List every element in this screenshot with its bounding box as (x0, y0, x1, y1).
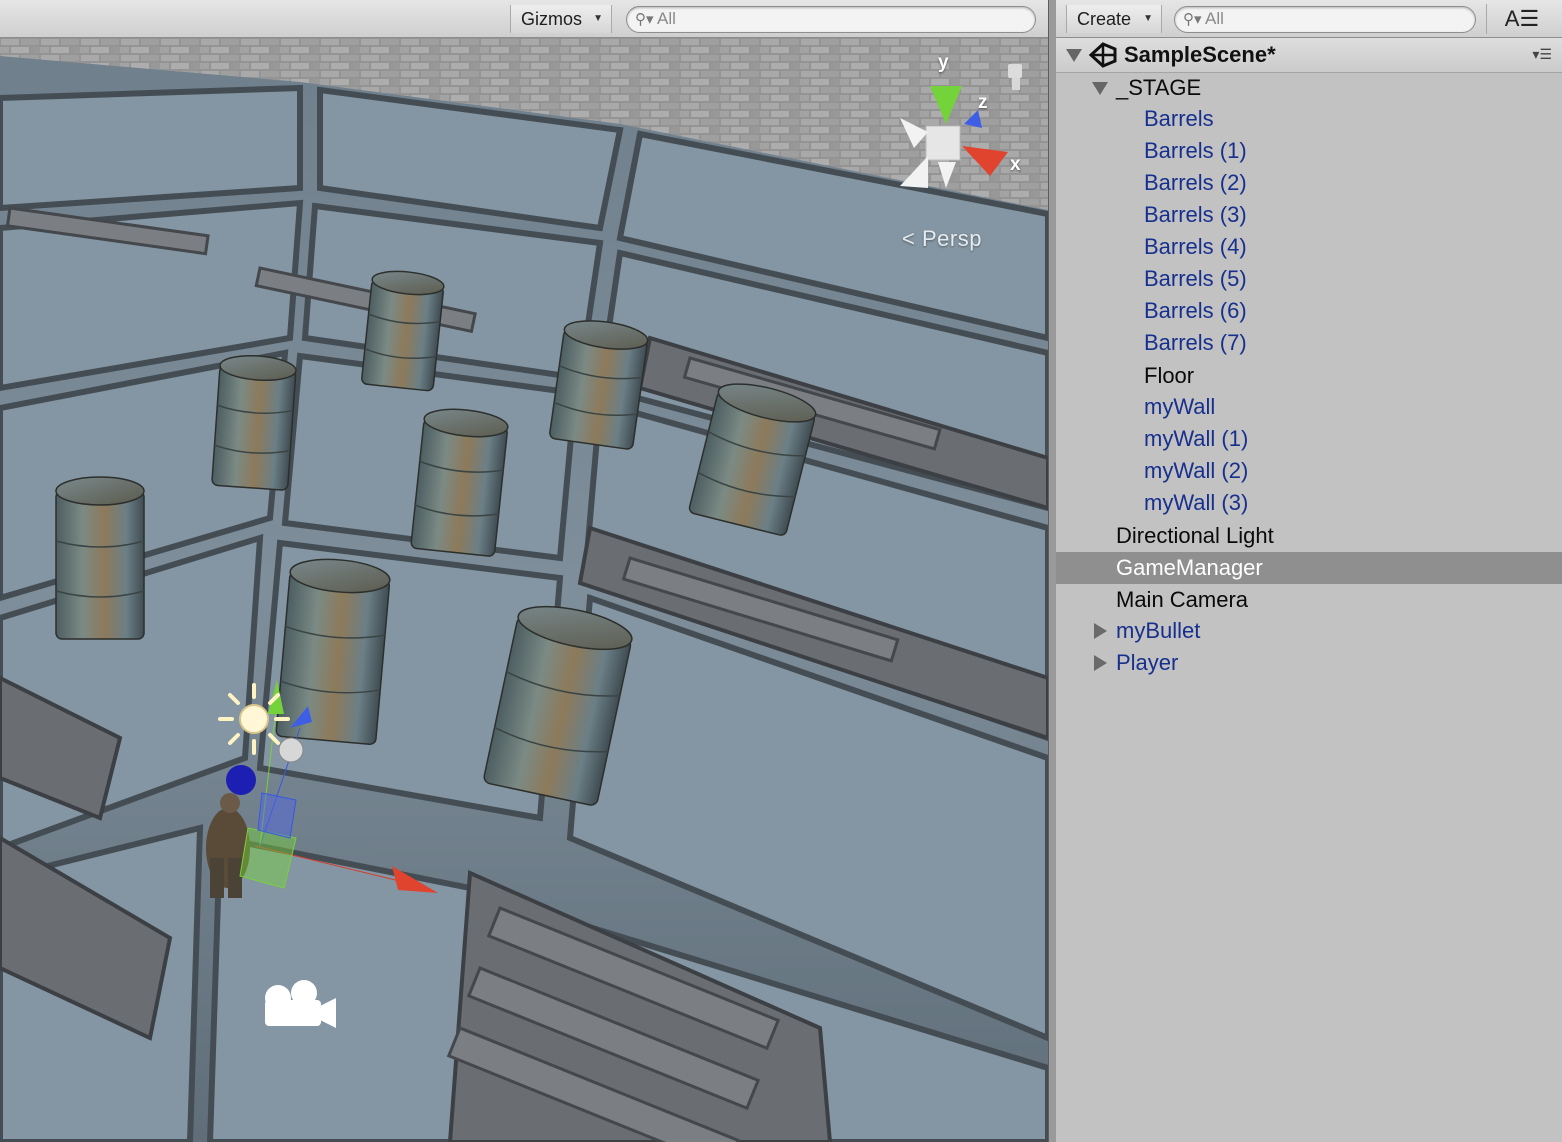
hierarchy-row[interactable]: Main Camera (1056, 584, 1562, 616)
scene-header[interactable]: SampleScene* ▾☰ (1056, 38, 1562, 73)
hierarchy-row[interactable]: Floor (1056, 360, 1562, 392)
hierarchy-row[interactable]: Barrels (5) (1056, 263, 1562, 295)
persp-chevron-icon: < (902, 226, 916, 251)
hierarchy-row-label: Barrels (1) (1144, 138, 1247, 163)
hierarchy-row[interactable]: Barrels (1056, 103, 1562, 135)
hierarchy-row-label: Barrels (5) (1144, 266, 1247, 291)
panel-splitter[interactable] (1048, 0, 1056, 1142)
collapse-arrow-icon[interactable] (1094, 655, 1107, 671)
hierarchy-row[interactable]: Barrels (4) (1056, 231, 1562, 263)
chevron-down-icon: ▼ (1143, 13, 1153, 24)
hierarchy-row-label: GameManager (1116, 555, 1263, 580)
hierarchy-row-label: myWall (3) (1144, 490, 1249, 515)
hierarchy-row[interactable]: Barrels (3) (1056, 199, 1562, 231)
hierarchy-row-label: Barrels (2) (1144, 170, 1247, 195)
gizmos-dropdown[interactable]: Gizmos ▼ (510, 5, 612, 33)
scene-viewport[interactable]: y z x < Persp (0, 38, 1048, 1142)
hierarchy-row-label: myWall (1144, 394, 1216, 419)
hierarchy-row-label: _STAGE (1116, 75, 1202, 100)
scene-expand-icon[interactable] (1066, 49, 1082, 62)
scene-view[interactable]: Gizmos ▼ ⚲▾ All y z x < Persp (0, 0, 1048, 1142)
collapse-arrow-icon[interactable] (1094, 623, 1107, 639)
hierarchy-row-label: Barrels (7) (1144, 330, 1247, 355)
scene-toolbar: Gizmos ▼ ⚲▾ (0, 0, 1048, 38)
scene-menu-icon[interactable]: ▾☰ (1532, 46, 1552, 63)
scene-search-input[interactable] (657, 9, 857, 29)
hierarchy-row-label: Barrels (4) (1144, 234, 1247, 259)
hierarchy-row[interactable]: Player (1056, 647, 1562, 679)
hierarchy-row-label: myBullet (1116, 618, 1201, 643)
axis-z-label[interactable]: z (978, 92, 988, 114)
hierarchy-search-input[interactable] (1205, 9, 1405, 29)
axis-x-label[interactable]: x (1010, 154, 1021, 176)
hierarchy-row[interactable]: Directional Light (1056, 520, 1562, 552)
hierarchy-row[interactable]: GameManager (1056, 552, 1562, 584)
hierarchy-toolbar: Create ▼ ⚲▾ A☰ (1056, 0, 1562, 38)
hierarchy-row[interactable]: Barrels (7) (1056, 327, 1562, 359)
hierarchy-row[interactable]: myWall (1) (1056, 423, 1562, 455)
hierarchy-row[interactable]: myWall (3) (1056, 487, 1562, 519)
hierarchy-row-label: Directional Light (1116, 523, 1274, 548)
create-label: Create (1077, 9, 1132, 29)
scene-render (0, 38, 1048, 1142)
hierarchy-search-field[interactable]: ⚲▾ (1174, 6, 1476, 33)
hierarchy-row-label: Player (1116, 650, 1179, 675)
lock-icon[interactable] (1008, 64, 1022, 78)
hierarchy-row-label: Main Camera (1116, 587, 1249, 612)
hierarchy-row-label: myWall (2) (1144, 458, 1249, 483)
hierarchy-row[interactable]: _STAGE (1056, 72, 1562, 104)
search-icon: ⚲▾ (635, 11, 654, 28)
hierarchy-row[interactable]: myBullet (1056, 615, 1562, 647)
hierarchy-row-label: Barrels (1144, 106, 1214, 131)
search-icon: ⚲▾ (1183, 11, 1202, 28)
create-dropdown[interactable]: Create ▼ (1066, 5, 1162, 33)
hierarchy-row-label: Barrels (3) (1144, 202, 1247, 227)
hierarchy-row-label: Barrels (6) (1144, 298, 1247, 323)
light-gizmo (218, 683, 290, 755)
hierarchy-row-label: myWall (1) (1144, 426, 1249, 451)
axis-y-label[interactable]: y (938, 52, 949, 74)
projection-label: Persp (921, 226, 982, 251)
hierarchy-row[interactable]: myWall (2) (1056, 455, 1562, 487)
hierarchy-row-label: Floor (1144, 363, 1195, 388)
projection-toggle[interactable]: < Persp (902, 226, 982, 252)
gizmos-label: Gizmos (521, 9, 583, 29)
hierarchy-row[interactable]: Barrels (1) (1056, 135, 1562, 167)
expand-arrow-icon[interactable] (1092, 82, 1108, 95)
hierarchy-row[interactable]: Barrels (2) (1056, 167, 1562, 199)
unity-logo-icon (1088, 42, 1117, 68)
scene-search-field[interactable]: ⚲▾ (626, 6, 1036, 33)
hierarchy-row[interactable]: Barrels (6) (1056, 295, 1562, 327)
chevron-down-icon: ▼ (593, 13, 603, 24)
hierarchy-panel: Create ▼ ⚲▾ A☰ SampleScene* ▾☰ _STAGE Bar… (1056, 0, 1562, 1142)
sort-mode-icon[interactable]: A☰ (1486, 4, 1557, 34)
hierarchy-row[interactable]: myWall (1056, 391, 1562, 423)
scene-name: SampleScene* (1124, 42, 1276, 67)
